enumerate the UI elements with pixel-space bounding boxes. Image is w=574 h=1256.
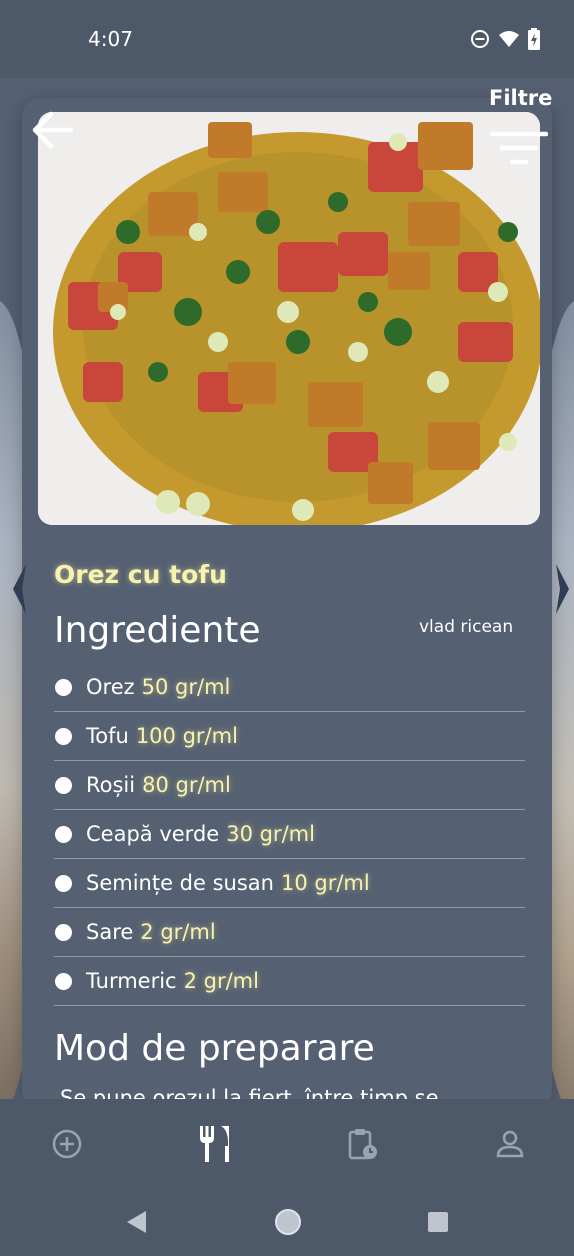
bullet-icon bbox=[55, 727, 72, 745]
bullet-icon bbox=[55, 923, 72, 941]
ingredient-name: Tofu bbox=[86, 724, 129, 748]
ingredients-heading: Ingrediente bbox=[54, 610, 261, 651]
system-back-button[interactable] bbox=[118, 1204, 154, 1240]
ingredient-quantity: 50 gr/ml bbox=[141, 675, 231, 699]
bullet-icon bbox=[55, 825, 72, 843]
ingredient-item: Roșii 80 gr/ml bbox=[54, 761, 525, 810]
home-circle-icon bbox=[275, 1209, 301, 1235]
system-home-button[interactable] bbox=[270, 1204, 306, 1240]
previous-recipe-button[interactable] bbox=[10, 562, 30, 616]
ingredient-item: Orez 50 gr/ml bbox=[54, 663, 525, 712]
status-icons bbox=[470, 28, 540, 50]
method-heading: Mod de preparare bbox=[54, 1028, 375, 1069]
ingredient-name: Turmeric bbox=[86, 969, 177, 993]
bullet-icon bbox=[55, 776, 72, 794]
ingredient-item: Semințe de susan 10 gr/ml bbox=[54, 859, 525, 908]
next-recipe-button[interactable] bbox=[552, 562, 572, 616]
fork-knife-icon bbox=[200, 1126, 229, 1162]
add-circle-icon bbox=[52, 1129, 82, 1159]
recipe-author[interactable]: vlad ricean bbox=[419, 617, 513, 637]
ingredient-quantity: 2 gr/ml bbox=[183, 969, 259, 993]
status-time: 4:07 bbox=[88, 27, 133, 51]
ingredient-quantity: 80 gr/ml bbox=[142, 773, 231, 797]
bullet-icon bbox=[55, 874, 72, 892]
recipe-photo bbox=[38, 112, 540, 525]
system-navigation bbox=[0, 1189, 574, 1256]
ingredient-name: Sare bbox=[86, 920, 134, 944]
recipe-detail-screen: 4:07 Orez cu tofu Ingrediente vlad ricea… bbox=[0, 0, 574, 1256]
system-recents-button[interactable] bbox=[420, 1204, 456, 1240]
recipe-card: Orez cu tofu Ingrediente vlad ricean Ore… bbox=[22, 98, 552, 1108]
ingredient-name: Roșii bbox=[86, 773, 136, 797]
ingredient-item: Turmeric 2 gr/ml bbox=[54, 957, 525, 1006]
ingredient-name: Ceapă verde bbox=[86, 822, 220, 846]
ingredient-quantity: 100 gr/ml bbox=[135, 724, 238, 748]
tab-history[interactable] bbox=[338, 1119, 388, 1169]
recipe-title: Orez cu tofu bbox=[54, 560, 227, 589]
ingredient-name: Semințe de susan bbox=[86, 871, 274, 895]
ingredient-list: Orez 50 gr/ml Tofu 100 gr/ml Roșii 80 gr… bbox=[54, 663, 525, 1006]
tab-add[interactable] bbox=[42, 1119, 92, 1169]
ingredient-quantity: 30 gr/ml bbox=[226, 822, 315, 846]
ingredient-quantity: 10 gr/ml bbox=[280, 871, 370, 895]
tab-recipes[interactable] bbox=[189, 1119, 239, 1169]
tab-profile[interactable] bbox=[485, 1119, 535, 1169]
battery-charging-icon bbox=[528, 28, 540, 50]
back-button[interactable] bbox=[30, 108, 74, 152]
ingredient-name: Orez bbox=[86, 675, 135, 699]
back-triangle-icon bbox=[127, 1211, 146, 1233]
filter-button[interactable] bbox=[489, 128, 549, 172]
do-not-disturb-icon bbox=[471, 30, 489, 48]
recents-square-icon bbox=[428, 1212, 448, 1232]
bullet-icon bbox=[55, 972, 72, 990]
person-icon bbox=[496, 1130, 524, 1158]
wifi-icon bbox=[499, 31, 519, 47]
clipboard-clock-icon bbox=[348, 1129, 377, 1160]
chevron-left-icon bbox=[13, 564, 26, 614]
bullet-icon bbox=[55, 678, 72, 696]
arrow-left-icon bbox=[32, 111, 73, 149]
filter-label[interactable]: Filtre bbox=[489, 86, 552, 110]
ingredient-quantity: 2 gr/ml bbox=[140, 920, 216, 944]
ingredient-item: Ceapă verde 30 gr/ml bbox=[54, 810, 525, 859]
ingredient-item: Sare 2 gr/ml bbox=[54, 908, 525, 957]
ingredient-item: Tofu 100 gr/ml bbox=[54, 712, 525, 761]
filter-lines-icon bbox=[489, 131, 549, 165]
bottom-navigation bbox=[0, 1099, 574, 1189]
status-bar: 4:07 bbox=[0, 0, 574, 78]
chevron-right-icon bbox=[556, 564, 569, 614]
food-photo-illustration bbox=[38, 112, 540, 525]
